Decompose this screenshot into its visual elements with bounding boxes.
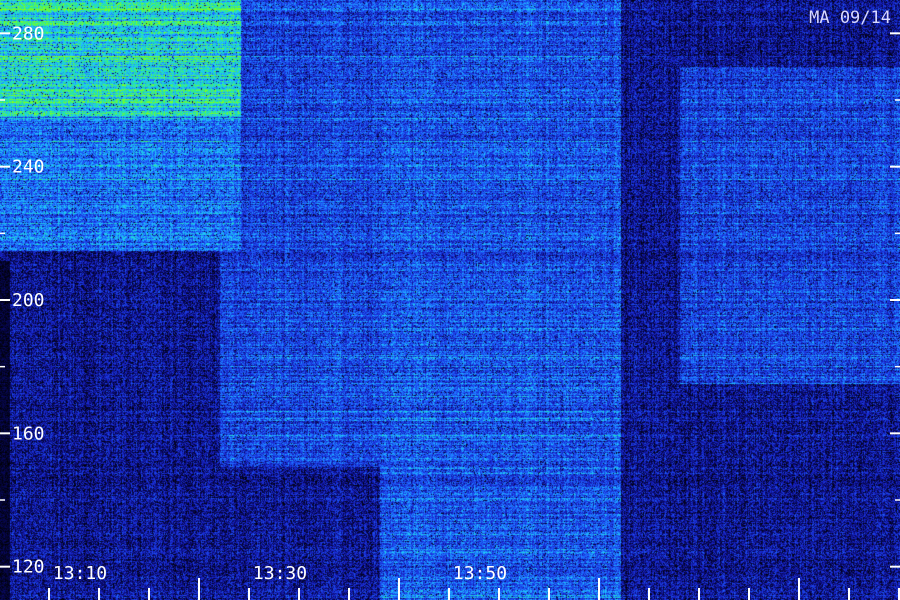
x-tick-label: 13:10 bbox=[53, 563, 107, 584]
axes-overlay: 280 240 200 160 120 13:10 13:30 13:50 MA 09/14 bbox=[0, 8, 900, 600]
y-axis-ticks: 280 240 200 160 120 bbox=[0, 23, 900, 578]
x-tick-label: 13:50 bbox=[453, 563, 507, 584]
y-tick-label: 200 bbox=[12, 290, 45, 311]
station-label: MA 09/14 bbox=[809, 8, 891, 28]
y-tick-label: 280 bbox=[12, 23, 45, 44]
x-axis-ticks: 13:10 13:30 13:50 bbox=[48, 563, 900, 600]
y-tick-label: 160 bbox=[12, 423, 45, 444]
x-tick-label: 13:30 bbox=[253, 563, 307, 584]
y-tick-label: 240 bbox=[12, 157, 45, 178]
y-tick-label: 120 bbox=[12, 557, 45, 578]
